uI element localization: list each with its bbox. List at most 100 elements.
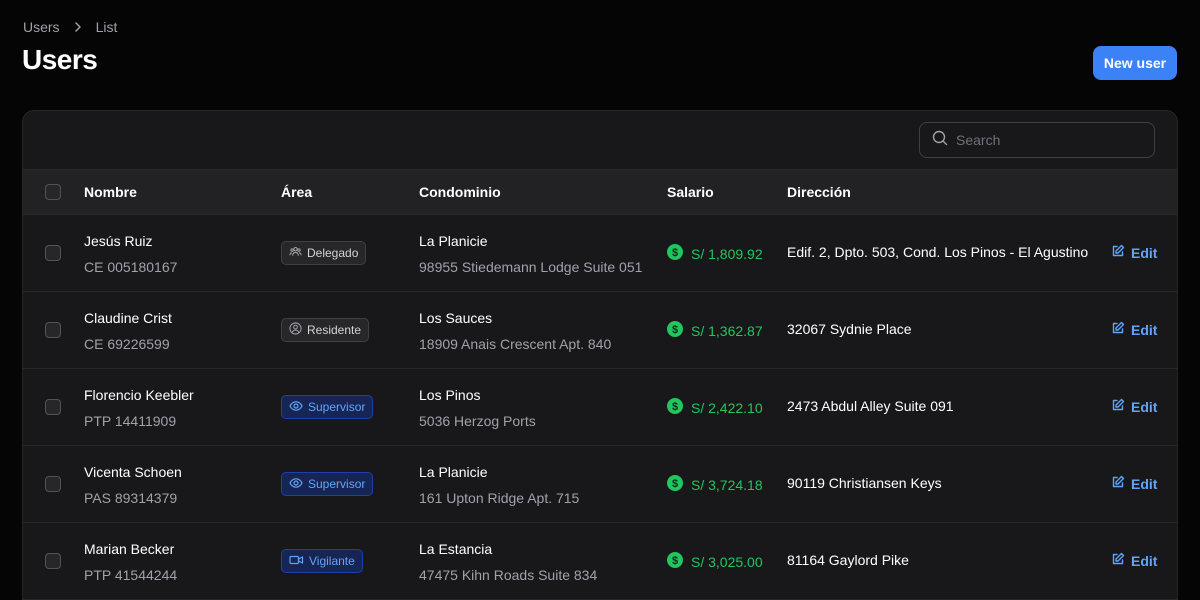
dollar-circle-icon: $ xyxy=(667,244,683,263)
area-label: Delegado xyxy=(307,246,359,260)
area-badge: Vigilante xyxy=(281,549,363,573)
users-table-card: Nombre Área Condominio Salario Dirección… xyxy=(22,110,1178,600)
address-cell: Edif. 2, Dpto. 503, Cond. Los Pinos - El… xyxy=(787,244,1089,260)
search-icon xyxy=(932,130,948,151)
address-cell: 90119 Christiansen Keys xyxy=(787,475,942,491)
table-row: Marian Becker PTP 41544244 Vigilante La … xyxy=(23,523,1177,600)
edit-link[interactable]: Edit xyxy=(1111,475,1157,492)
condo-address: 161 Upton Ridge Apt. 715 xyxy=(419,490,580,506)
condo-cell: La Estancia 47475 Kihn Roads Suite 834 xyxy=(419,541,597,583)
user-name: Marian Becker xyxy=(84,541,175,557)
user-cell: Claudine Crist CE 69226599 xyxy=(84,310,172,352)
page-title: Users xyxy=(22,44,98,75)
edit-icon xyxy=(1111,475,1125,492)
video-camera-icon xyxy=(289,554,304,569)
salary-cell: $ S/ 1,362.87 xyxy=(667,321,763,340)
dollar-circle-icon: $ xyxy=(667,321,683,340)
table-row: Claudine Crist CE 69226599 Residente Los… xyxy=(23,292,1177,369)
user-document: PTP 14411909 xyxy=(84,413,177,429)
user-cell: Marian Becker PTP 41544244 xyxy=(84,541,177,583)
user-name: Claudine Crist xyxy=(84,310,172,326)
user-cell: Florencio Keebler PTP 14411909 xyxy=(84,387,194,429)
dollar-circle-icon: $ xyxy=(667,475,683,494)
dollar-circle-icon: $ xyxy=(667,398,683,417)
condo-cell: Los Pinos 5036 Herzog Ports xyxy=(419,387,536,429)
row-checkbox[interactable] xyxy=(45,399,61,415)
column-header-salario[interactable]: Salario xyxy=(667,184,714,200)
user-cell: Vicenta Schoen PAS 89314379 xyxy=(84,464,182,506)
condo-name: Los Pinos xyxy=(419,387,481,403)
salary-value: S/ 3,025.00 xyxy=(691,553,763,570)
condo-cell: La Planicie 98955 Stiedemann Lodge Suite… xyxy=(419,233,642,275)
salary-value: S/ 3,724.18 xyxy=(691,476,763,493)
salary-value: S/ 1,809.92 xyxy=(691,245,763,262)
edit-icon xyxy=(1111,244,1125,261)
column-header-area[interactable]: Área xyxy=(281,184,312,200)
svg-text:$: $ xyxy=(672,324,678,336)
group-icon xyxy=(289,245,302,261)
search-box[interactable] xyxy=(919,122,1155,158)
eye-icon xyxy=(289,400,303,415)
row-checkbox[interactable] xyxy=(45,553,61,569)
salary-value: S/ 2,422.10 xyxy=(691,399,763,416)
chevron-right-icon xyxy=(72,21,84,33)
select-all-checkbox[interactable] xyxy=(45,184,61,200)
svg-text:$: $ xyxy=(672,478,678,490)
edit-link[interactable]: Edit xyxy=(1111,398,1157,415)
condo-address: 5036 Herzog Ports xyxy=(419,413,536,429)
area-label: Supervisor xyxy=(308,477,366,491)
edit-label: Edit xyxy=(1131,244,1158,261)
address-cell: 81164 Gaylord Pike xyxy=(787,552,909,568)
salary-cell: $ S/ 3,025.00 xyxy=(667,552,763,571)
table-toolbar xyxy=(23,111,1177,169)
edit-label: Edit xyxy=(1131,552,1158,569)
breadcrumb-users-link[interactable]: Users xyxy=(23,19,60,35)
area-badge: Delegado xyxy=(281,241,367,265)
edit-icon xyxy=(1111,398,1125,415)
area-badge: Residente xyxy=(281,318,370,342)
area-label: Supervisor xyxy=(308,400,366,414)
salary-value: S/ 1,362.87 xyxy=(691,322,763,339)
edit-link[interactable]: Edit xyxy=(1111,244,1157,261)
table-row: Florencio Keebler PTP 14411909 Superviso… xyxy=(23,369,1177,446)
address-cell: 32067 Sydnie Place xyxy=(787,321,912,337)
condo-name: La Estancia xyxy=(419,541,493,557)
edit-label: Edit xyxy=(1131,321,1158,338)
edit-link[interactable]: Edit xyxy=(1111,552,1157,569)
edit-label: Edit xyxy=(1131,475,1158,492)
column-header-nombre[interactable]: Nombre xyxy=(84,184,137,200)
user-document: CE 005180167 xyxy=(84,259,178,275)
breadcrumb-current: List xyxy=(95,19,118,35)
user-name: Florencio Keebler xyxy=(84,387,194,403)
svg-text:$: $ xyxy=(672,401,678,413)
condo-address: 47475 Kihn Roads Suite 834 xyxy=(419,567,598,583)
breadcrumb: Users List xyxy=(23,19,117,35)
edit-label: Edit xyxy=(1131,398,1158,415)
area-label: Vigilante xyxy=(309,554,355,568)
search-input[interactable] xyxy=(956,132,1136,148)
column-header-condominio[interactable]: Condominio xyxy=(419,184,501,200)
row-checkbox[interactable] xyxy=(45,476,61,492)
condo-name: La Planicie xyxy=(419,464,488,480)
svg-text:$: $ xyxy=(672,555,678,567)
condo-cell: Los Sauces 18909 Anais Crescent Apt. 840 xyxy=(419,310,611,352)
user-document: PAS 89314379 xyxy=(84,490,178,506)
address-cell: 2473 Abdul Alley Suite 091 xyxy=(787,398,954,414)
condo-name: La Planicie xyxy=(419,233,488,249)
user-name: Vicenta Schoen xyxy=(84,464,182,480)
table-header: Nombre Área Condominio Salario Dirección xyxy=(23,169,1177,215)
edit-link[interactable]: Edit xyxy=(1111,321,1157,338)
user-document: PTP 41544244 xyxy=(84,567,178,583)
user-document: CE 69226599 xyxy=(84,336,170,352)
condo-name: Los Sauces xyxy=(419,310,493,326)
new-user-button[interactable]: New user xyxy=(1093,46,1177,80)
edit-icon xyxy=(1111,321,1125,338)
area-badge: Supervisor xyxy=(281,395,374,419)
row-checkbox[interactable] xyxy=(45,245,61,261)
column-header-direccion[interactable]: Dirección xyxy=(787,184,851,200)
condo-address: 98955 Stiedemann Lodge Suite 051 xyxy=(419,259,643,275)
area-label: Residente xyxy=(307,323,362,337)
svg-text:$: $ xyxy=(672,247,678,259)
edit-icon xyxy=(1111,552,1125,569)
row-checkbox[interactable] xyxy=(45,322,61,338)
